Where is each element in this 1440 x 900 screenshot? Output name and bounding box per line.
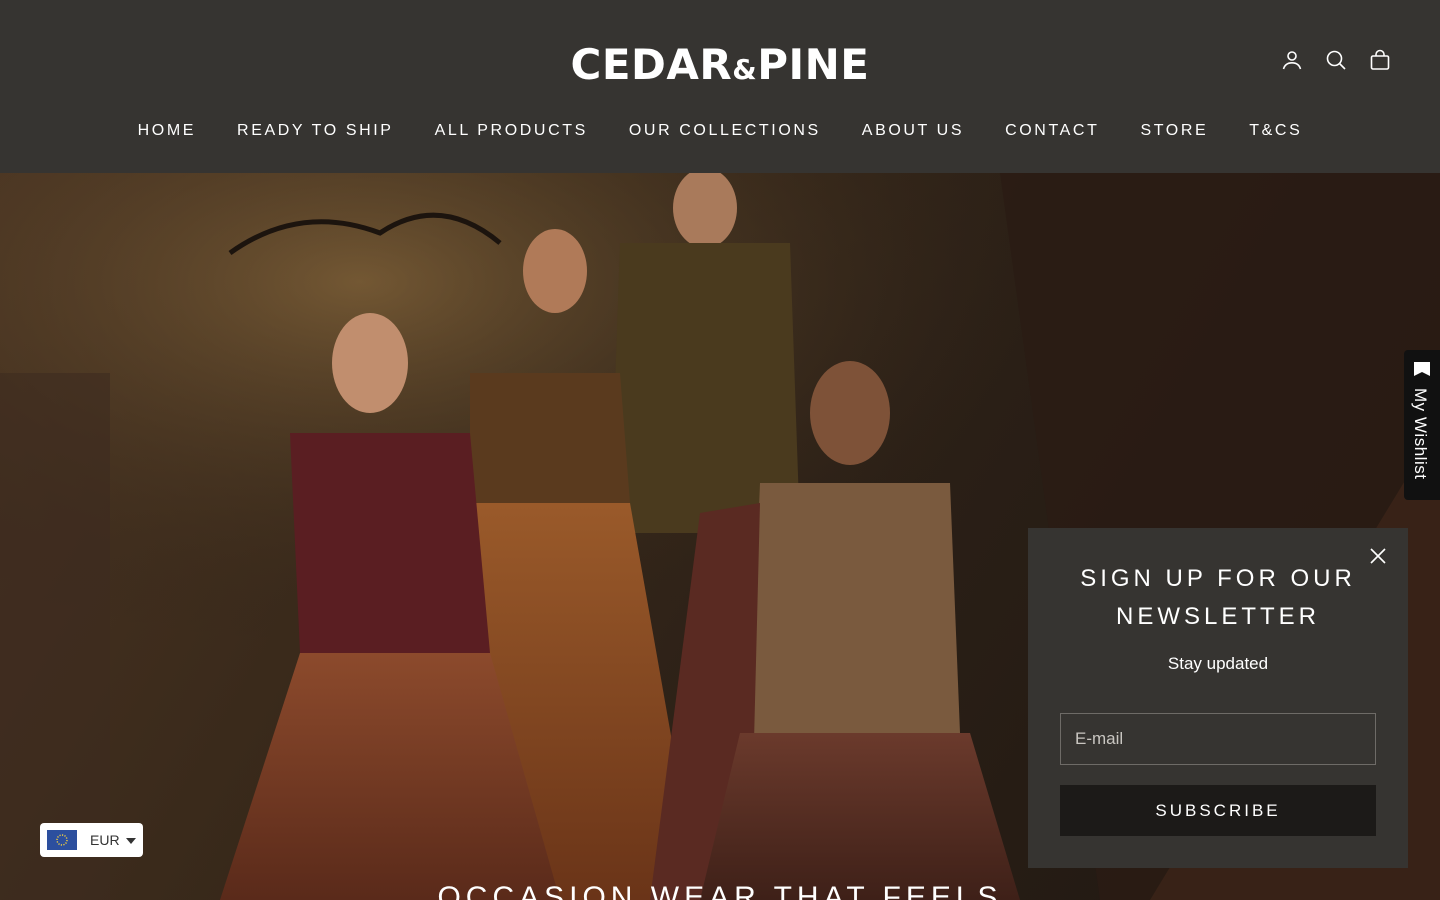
- logo-ampersand: &: [732, 53, 758, 86]
- nav-all-products[interactable]: ALL PRODUCTS: [435, 122, 588, 140]
- site-header: CEDAR&PINE HOME READY TO SHIP ALL PRODUC…: [0, 0, 1440, 173]
- nav-store[interactable]: STORE: [1140, 122, 1208, 140]
- bookmark-icon: [1414, 362, 1430, 376]
- logo-text-cedar: CEDAR: [570, 40, 733, 89]
- logo-text-pine: PINE: [757, 40, 870, 89]
- email-field[interactable]: [1060, 713, 1376, 765]
- nav-home[interactable]: HOME: [138, 122, 196, 140]
- nav-contact[interactable]: CONTACT: [1005, 122, 1099, 140]
- newsletter-popup: SIGN UP FOR OUR NEWSLETTER Stay updated …: [1028, 528, 1408, 868]
- nav-ready-to-ship[interactable]: READY TO SHIP: [237, 122, 394, 140]
- cart-icon[interactable]: [1368, 48, 1392, 72]
- hero-heading: OCCASION WEAR THAT FEELS: [437, 881, 1003, 900]
- main-nav: HOME READY TO SHIP ALL PRODUCTS OUR COLL…: [0, 122, 1440, 140]
- nav-terms[interactable]: T&CS: [1249, 122, 1302, 140]
- search-icon[interactable]: [1324, 48, 1348, 72]
- nav-our-collections[interactable]: OUR COLLECTIONS: [629, 122, 821, 140]
- currency-selector[interactable]: EUR: [40, 823, 143, 857]
- newsletter-title: SIGN UP FOR OUR NEWSLETTER: [1080, 565, 1356, 630]
- nav-about-us[interactable]: ABOUT US: [862, 122, 964, 140]
- brand-logo[interactable]: CEDAR&PINE: [0, 40, 1440, 89]
- account-icon[interactable]: [1280, 48, 1304, 72]
- subscribe-button[interactable]: SUBSCRIBE: [1060, 785, 1376, 836]
- currency-code: EUR: [90, 832, 120, 848]
- wishlist-tab[interactable]: My Wishlist: [1404, 350, 1440, 500]
- chevron-down-icon: [125, 838, 136, 844]
- header-icons: [1280, 48, 1392, 72]
- newsletter-subtitle: Stay updated: [1167, 654, 1269, 673]
- eu-flag-icon: [47, 830, 77, 850]
- wishlist-label: My Wishlist: [1411, 388, 1430, 480]
